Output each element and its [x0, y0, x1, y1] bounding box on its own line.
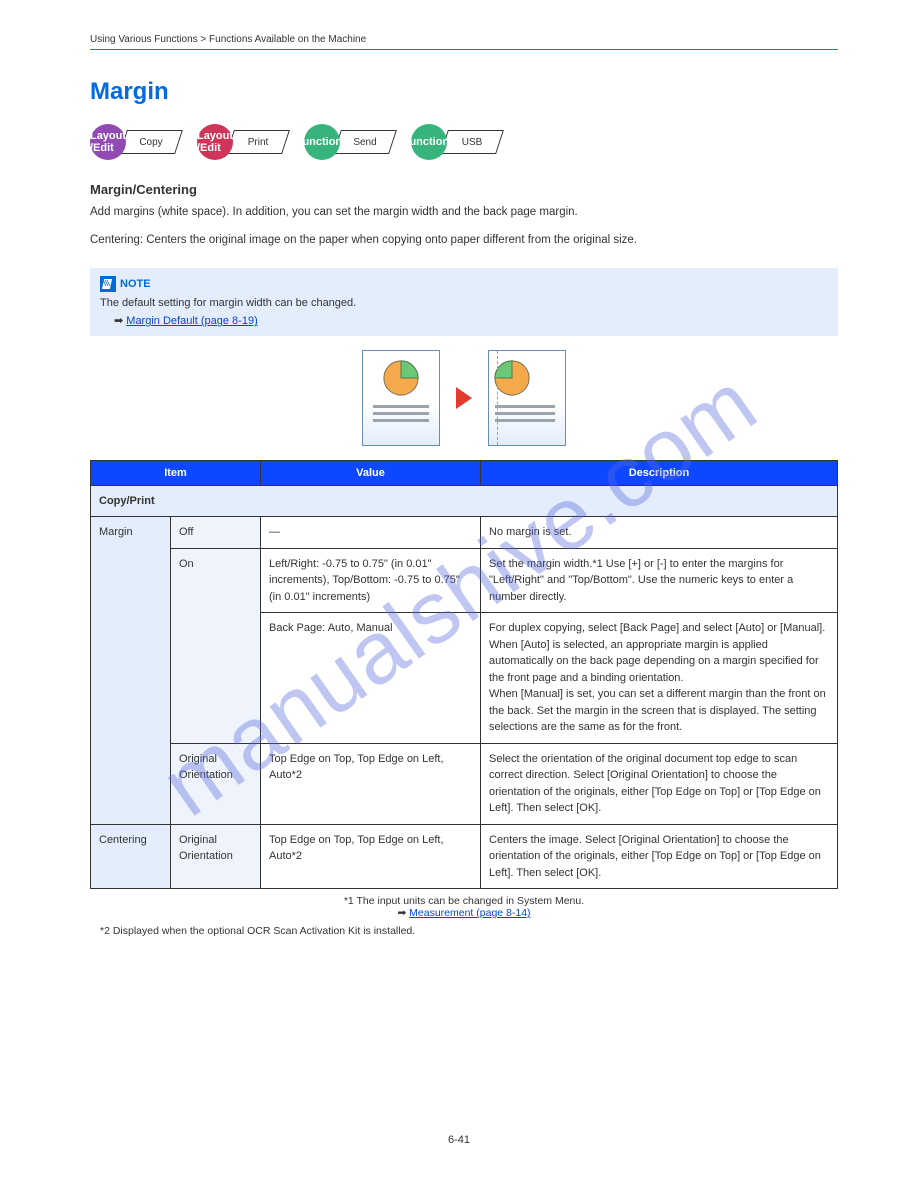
table-row: Original Orientation Top Edge on Top, To…	[91, 743, 838, 824]
th-item: Item	[91, 460, 261, 485]
badge-copy: Layout /Edit Copy	[90, 124, 179, 160]
cell-sub: Original Orientation	[171, 743, 261, 824]
badge-circle: Functions	[411, 124, 447, 160]
footnote-link[interactable]: Measurement (page 8-14)	[409, 907, 530, 919]
badge-circle: Functions	[304, 124, 340, 160]
section-title: Margin	[90, 78, 838, 106]
cell-value: —	[261, 517, 481, 549]
description-1: Add margins (white space). In addition, …	[90, 203, 838, 221]
cell-value: Back Page: Auto, Manual	[261, 613, 481, 744]
cell-value: Top Edge on Top, Top Edge on Left, Auto*…	[261, 824, 481, 889]
cell-desc: Centers the image. Select [Original Orie…	[481, 824, 838, 889]
footnote-1: *1 The input units can be changed in Sys…	[90, 895, 838, 919]
badge-row: Layout /Edit Copy Layout /Edit Print Fun…	[90, 124, 838, 160]
note-text: The default setting for margin width can…	[100, 295, 828, 330]
badge-circle: Layout /Edit	[90, 124, 126, 160]
spec-table: Item Value Description Copy/Print Margin…	[90, 460, 838, 890]
note-box: NOTE The default setting for margin widt…	[90, 268, 838, 336]
arrow-icon	[456, 387, 472, 409]
badge-usb: Functions USB	[411, 124, 500, 160]
badge-print: Layout /Edit Print	[197, 124, 286, 160]
cell-sub: Off	[171, 517, 261, 549]
badge-send: Functions Send	[304, 124, 393, 160]
note-title: NOTE	[120, 278, 151, 290]
th-desc: Description	[481, 460, 838, 485]
note-link[interactable]: Margin Default (page 8-19)	[126, 315, 257, 327]
badge-label: Copy	[123, 130, 179, 154]
cell-sub: Original Orientation	[171, 824, 261, 889]
illustration	[90, 350, 838, 446]
table-row: Centering Original Orientation Top Edge …	[91, 824, 838, 889]
sub-header: Copy/Print	[91, 485, 838, 517]
cell-value: Left/Right: -0.75 to 0.75" (in 0.01" inc…	[261, 548, 481, 613]
divider	[90, 49, 838, 50]
table-row: On Left/Right: -0.75 to 0.75" (in 0.01" …	[91, 548, 838, 613]
cell-desc: Select the orientation of the original d…	[481, 743, 838, 824]
description-2: Centering: Centers the original image on…	[90, 231, 838, 249]
table-row: Margin Off — No margin is set.	[91, 517, 838, 549]
note-icon	[100, 276, 116, 292]
cell-sub: On	[171, 548, 261, 743]
sub-heading: Margin/Centering	[90, 182, 838, 197]
doc-before-icon	[362, 350, 440, 446]
doc-after-icon	[488, 350, 566, 446]
badge-label: Print	[230, 130, 286, 154]
th-value: Value	[261, 460, 481, 485]
footnote-2: *2 Displayed when the optional OCR Scan …	[90, 925, 838, 937]
cell-item: Margin	[91, 517, 171, 825]
cell-desc: For duplex copying, select [Back Page] a…	[481, 613, 838, 744]
cell-desc: Set the margin width.*1 Use [+] or [-] t…	[481, 548, 838, 613]
cell-value: Top Edge on Top, Top Edge on Left, Auto*…	[261, 743, 481, 824]
breadcrumb: Using Various Functions > Functions Avai…	[90, 34, 838, 45]
cell-desc: No margin is set.	[481, 517, 838, 549]
page-number: 6-41	[0, 1134, 918, 1146]
badge-circle: Layout /Edit	[197, 124, 233, 160]
cell-item: Centering	[91, 824, 171, 889]
